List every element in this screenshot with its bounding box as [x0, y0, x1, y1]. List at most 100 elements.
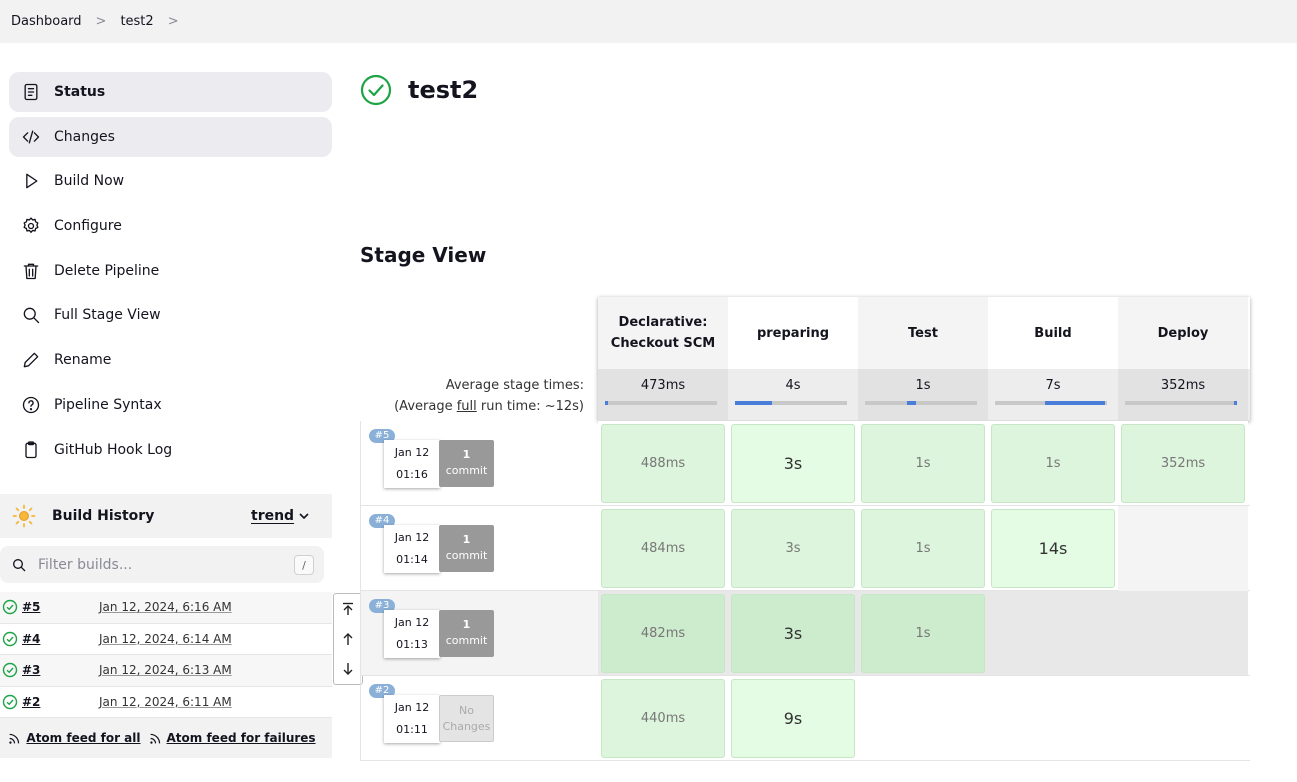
- sidebar-item-configure[interactable]: Configure: [9, 206, 332, 246]
- chevron-down-icon[interactable]: [298, 510, 310, 522]
- sidebar-item-pipeline-syntax[interactable]: Pipeline Syntax: [9, 385, 332, 425]
- atom-feed-all-link[interactable]: Atom feed for all: [26, 731, 140, 745]
- build-date-link[interactable]: Jan 12, 2024, 6:14 AM: [99, 632, 232, 646]
- sidebar-item-github-hook-log[interactable]: GitHub Hook Log: [9, 430, 332, 470]
- breadcrumb-dashboard[interactable]: Dashboard: [11, 14, 82, 29]
- stage-header: Build: [988, 297, 1118, 369]
- run-info: #2 Jan 12 01:11 No Changes: [360, 676, 598, 760]
- build-date-link[interactable]: Jan 12, 2024, 6:13 AM: [99, 663, 232, 677]
- trend-link[interactable]: trend: [251, 508, 294, 524]
- stage-cell[interactable]: 484ms: [598, 506, 728, 591]
- build-row[interactable]: #2 Jan 12, 2024, 6:11 AM: [0, 687, 332, 718]
- stage-average-time: 1s: [915, 378, 931, 393]
- arrow-up-icon[interactable]: [341, 632, 355, 646]
- stage-view-title: Stage View: [360, 243, 487, 267]
- run-commit-badge[interactable]: 1 commit: [439, 440, 494, 487]
- stage-headers: Declarative: Checkout SCM preparing Test …: [598, 297, 1250, 369]
- sidebar-item-build-now[interactable]: Build Now: [9, 161, 332, 201]
- filter-builds-input[interactable]: [38, 556, 278, 573]
- breadcrumb-test2[interactable]: test2: [120, 14, 153, 29]
- stage-cell[interactable]: 3s: [728, 421, 858, 506]
- search-icon: [13, 558, 26, 571]
- breadcrumb-separator-icon: >: [95, 14, 107, 29]
- stage-cell[interactable]: 1s: [858, 421, 988, 506]
- stage-average: 352ms: [1118, 369, 1248, 420]
- stage-name: preparing: [756, 325, 830, 341]
- stage-cell-duration: 1s: [861, 424, 985, 503]
- stage-cell[interactable]: 1s: [858, 506, 988, 591]
- run-date-time: 01:16: [396, 468, 428, 481]
- stage-cell-empty: [1118, 506, 1248, 591]
- run-commit-badge[interactable]: No Changes: [439, 695, 494, 742]
- build-number-link[interactable]: #5: [22, 600, 40, 614]
- average-run-time-prefix: (Average: [394, 399, 457, 414]
- run-date: Jan 12 01:14: [384, 525, 440, 573]
- stage-cell[interactable]: 352ms: [1118, 421, 1248, 506]
- stage-cell[interactable]: 1s: [988, 421, 1118, 506]
- sun-icon: [12, 504, 36, 528]
- run-date: Jan 12 01:13: [384, 610, 440, 658]
- stage-cell-duration: 3s: [731, 424, 855, 503]
- sidebar-item-changes[interactable]: Changes: [9, 116, 332, 157]
- stage-cell-duration: 14s: [991, 509, 1115, 588]
- stage-cell[interactable]: 488ms: [598, 421, 728, 506]
- full-run-time-link[interactable]: full: [457, 399, 477, 414]
- sidebar-item-delete-pipeline[interactable]: Delete Pipeline: [9, 251, 332, 291]
- sidebar-item-full-stage-view[interactable]: Full Stage View: [9, 295, 332, 335]
- atom-feed-failures-link[interactable]: Atom feed for failures: [167, 731, 316, 745]
- stage-average-time: 473ms: [640, 378, 686, 393]
- stage-cell[interactable]: 3s: [728, 591, 858, 676]
- build-row[interactable]: #3 Jan 12, 2024, 6:13 AM: [0, 655, 332, 687]
- stage-average-time: 352ms: [1160, 378, 1206, 393]
- search-icon: [20, 304, 42, 326]
- sidebar-item-label: Rename: [54, 352, 112, 369]
- arrow-down-icon[interactable]: [341, 662, 355, 676]
- run-commit-count: 1: [462, 533, 471, 546]
- trash-icon: [20, 260, 42, 282]
- success-icon: [360, 74, 392, 106]
- stage-cell[interactable]: 482ms: [598, 591, 728, 676]
- build-row[interactable]: #5 Jan 12, 2024, 6:16 AM: [0, 592, 332, 624]
- keyboard-shortcut-badge: /: [294, 555, 314, 575]
- stage-average: 1s: [858, 369, 988, 420]
- stage-cell[interactable]: 1s: [858, 591, 988, 676]
- build-date-link[interactable]: Jan 12, 2024, 6:16 AM: [99, 600, 232, 614]
- sidebar-item-rename[interactable]: Rename: [9, 340, 332, 380]
- sidebar-item-status[interactable]: Status: [9, 72, 332, 112]
- build-date-link[interactable]: Jan 12, 2024, 6:11 AM: [99, 695, 232, 709]
- run-commit-count: No: [459, 704, 474, 717]
- stage-cell-duration: 1s: [991, 424, 1115, 503]
- run-commit-badge[interactable]: 1 commit: [439, 525, 494, 572]
- breadcrumb-separator-icon[interactable]: >: [168, 14, 179, 29]
- build-number-link[interactable]: #2: [22, 695, 40, 709]
- run-commit-label: commit: [445, 634, 488, 647]
- stage-cell[interactable]: 9s: [728, 676, 858, 761]
- stage-cell[interactable]: 14s: [988, 506, 1118, 591]
- breadcrumb: Dashboard > test2 >: [0, 0, 1297, 43]
- rss-icon: [149, 733, 160, 744]
- scroll-controls: [333, 593, 363, 685]
- stage-cell-duration: 9s: [731, 679, 855, 758]
- build-number-link[interactable]: #3: [22, 663, 40, 677]
- gear-icon: [20, 215, 42, 237]
- stage-average-bar: [1125, 401, 1237, 405]
- scroll-to-top-icon[interactable]: [341, 602, 355, 616]
- success-icon: [2, 694, 18, 709]
- stage-header: Test: [858, 297, 988, 369]
- run-commit-badge[interactable]: 1 commit: [439, 610, 494, 657]
- play-icon: [20, 170, 42, 192]
- stage-cell-empty: [1118, 591, 1248, 676]
- build-number-link[interactable]: #4: [22, 632, 40, 646]
- build-row[interactable]: #4 Jan 12, 2024, 6:14 AM: [0, 624, 332, 655]
- sidebar-item-label: Delete Pipeline: [54, 262, 160, 279]
- pencil-icon: [20, 349, 42, 371]
- stage-cell[interactable]: 440ms: [598, 676, 728, 761]
- stage-grid: Declarative: Checkout SCM preparing Test …: [598, 297, 1250, 421]
- run-date-day: Jan 12: [394, 446, 430, 459]
- stage-cell-duration: 352ms: [1121, 424, 1245, 503]
- help-icon: [20, 394, 42, 416]
- stage-cell-empty: [988, 676, 1118, 761]
- stage-cell[interactable]: 3s: [728, 506, 858, 591]
- stage-average: 473ms: [598, 369, 728, 420]
- run-date-time: 01:13: [396, 638, 428, 651]
